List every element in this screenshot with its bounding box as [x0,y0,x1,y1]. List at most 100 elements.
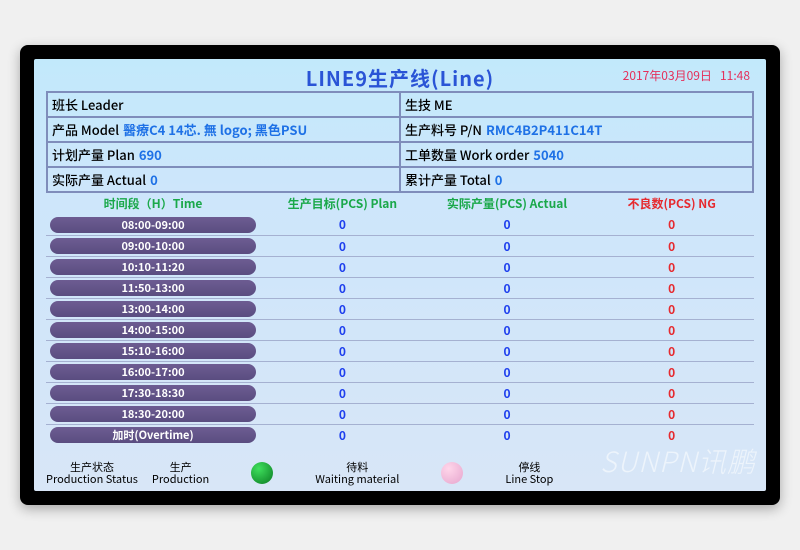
table-row: 16:00-17:00000 [46,361,754,382]
th-actual: 实际产量(PCS) Actual [425,195,590,212]
table-row: 加时(Overtime)000 [46,424,754,445]
table-row: 09:00-10:00000 [46,235,754,256]
cell-plan: 0 [260,280,425,297]
cell-model: 产品 Model 醫療C4 14芯. 無 logo; 黑色PSU [47,117,400,142]
me-label: 生技 ME [405,95,453,114]
tv-frame: LINE9生产线(Line) 2017年03月09日 11:48 班长 Lead… [20,45,780,505]
prod-en: Production [152,473,209,485]
table-row: 10:10-11:20000 [46,256,754,277]
cell-time: 15:10-16:00 [50,343,256,359]
cell-plan: 0 [260,259,425,276]
cell-ng: 0 [589,322,754,339]
cell-ng: 0 [589,385,754,402]
status-stop: 停线 Line Stop [505,461,553,485]
cell-time: 16:00-17:00 [50,364,256,380]
total-value: 0 [495,170,503,189]
wait-en: Waiting material [315,473,399,485]
cell-time: 17:30-18:30 [50,385,256,401]
cell-ng: 0 [589,427,754,444]
pn-value: RMC4B2P411C14T [486,120,602,139]
cell-time: 11:50-13:00 [50,280,256,296]
cell-ng: 0 [589,343,754,360]
page-title: LINE9生产线(Line) [306,63,494,92]
table-header: 时间段（H）Time 生产目标(PCS) Plan 实际产量(PCS) Actu… [46,193,754,214]
cell-plan: 0 [260,385,425,402]
status-waiting: 待料 Waiting material [315,461,399,485]
cell-actual: 0 [425,427,590,444]
stop-en: Line Stop [505,473,553,485]
total-label: 累计产量 Total [405,170,491,189]
status-bar: 生产状态 Production Status 生产 Production 待料 … [46,461,754,485]
cell-ng: 0 [589,259,754,276]
wo-label: 工单数量 Work order [405,145,529,164]
cell-total: 累计产量 Total 0 [400,167,753,192]
cell-plan-qty: 计划产量 Plan 690 [47,142,400,167]
table-row: 15:10-16:00000 [46,340,754,361]
date-text: 2017年03月09日 [623,67,712,84]
cell-actual: 0 [425,406,590,423]
cell-actual: 0 [425,259,590,276]
wo-value: 5040 [533,145,564,164]
cell-workorder: 工单数量 Work order 5040 [400,142,753,167]
table-row: 14:00-15:00000 [46,319,754,340]
title-bar: LINE9生产线(Line) 2017年03月09日 11:48 [46,63,754,91]
status-label: 生产状态 Production Status [46,461,138,485]
cell-actual: 0 [425,280,590,297]
model-label: 产品 Model [52,120,119,139]
table-row: 13:00-14:00000 [46,298,754,319]
cell-plan: 0 [260,322,425,339]
cell-actual: 0 [425,216,590,233]
cell-ng: 0 [589,216,754,233]
cell-time: 加时(Overtime) [50,427,256,443]
data-rows: 08:00-09:0000009:00-10:0000010:10-11:200… [46,214,754,455]
cell-time: 10:10-11:20 [50,259,256,275]
cell-ng: 0 [589,364,754,381]
cell-plan: 0 [260,238,425,255]
cell-plan: 0 [260,364,425,381]
cell-actual: 0 [425,322,590,339]
leader-label: 班长 Leader [52,95,124,114]
cell-ng: 0 [589,238,754,255]
cell-plan: 0 [260,301,425,318]
cell-time: 18:30-20:00 [50,406,256,422]
status-en: Production Status [46,473,138,485]
table-row: 11:50-13:00000 [46,277,754,298]
pn-label: 生产料号 P/N [405,120,482,139]
cell-time: 08:00-09:00 [50,217,256,233]
cell-actual: 0 [425,238,590,255]
actual-value: 0 [150,170,158,189]
th-ng: 不良数(PCS) NG [589,195,754,212]
cell-ng: 0 [589,301,754,318]
th-time: 时间段（H）Time [46,195,260,212]
cell-actual: 0 [425,343,590,360]
status-production: 生产 Production [152,461,209,485]
cell-time: 13:00-14:00 [50,301,256,317]
table-row: 18:30-20:00000 [46,403,754,424]
cell-time: 14:00-15:00 [50,322,256,338]
table-row: 17:30-18:30000 [46,382,754,403]
cell-plan: 0 [260,216,425,233]
datetime: 2017年03月09日 11:48 [623,67,750,84]
actual-label: 实际产量 Actual [52,170,146,189]
cell-ng: 0 [589,406,754,423]
model-value: 醫療C4 14芯. 無 logo; 黑色PSU [123,120,307,139]
th-plan: 生产目标(PCS) Plan [260,195,425,212]
cell-actual: 0 [425,301,590,318]
cell-plan: 0 [260,427,425,444]
cell-plan: 0 [260,406,425,423]
cell-plan: 0 [260,343,425,360]
cell-leader: 班长 Leader [47,92,400,117]
cell-ng: 0 [589,280,754,297]
cell-actual: 0 [425,385,590,402]
indicator-production-icon [251,462,273,484]
info-grid: 班长 Leader 生技 ME 产品 Model 醫療C4 14芯. 無 log… [46,91,754,193]
cell-me: 生技 ME [400,92,753,117]
table-row: 08:00-09:00000 [46,214,754,235]
time-text: 11:48 [720,67,750,84]
cell-time: 09:00-10:00 [50,238,256,254]
dashboard-screen: LINE9生产线(Line) 2017年03月09日 11:48 班长 Lead… [34,59,766,491]
indicator-waiting-icon [441,462,463,484]
plan-label: 计划产量 Plan [52,145,135,164]
cell-actual: 实际产量 Actual 0 [47,167,400,192]
plan-value: 690 [139,145,162,164]
